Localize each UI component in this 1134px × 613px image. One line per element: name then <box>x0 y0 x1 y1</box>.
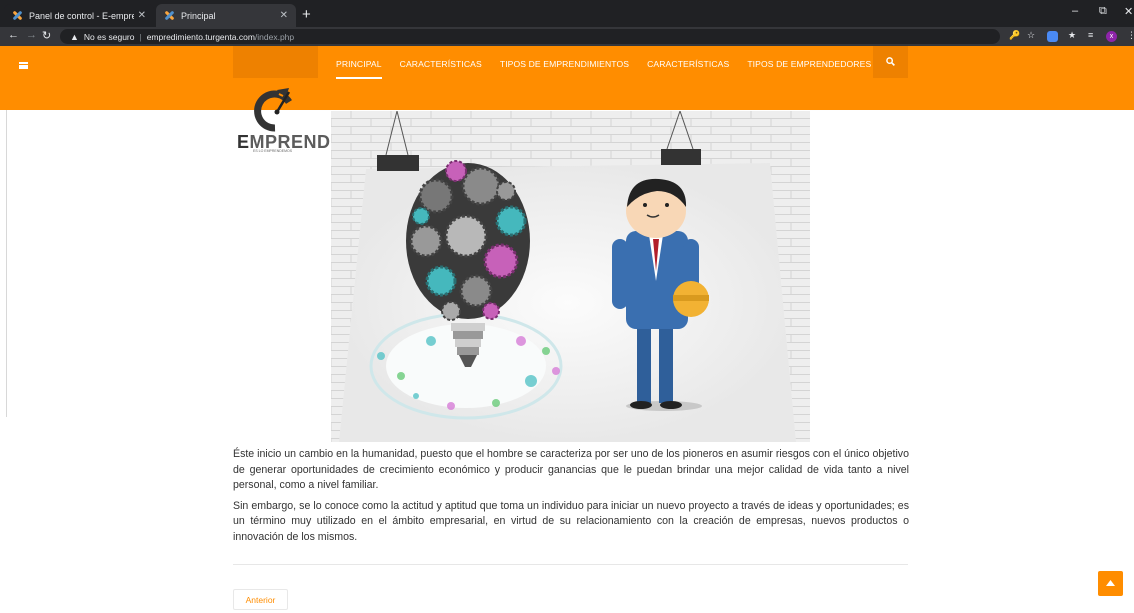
security-label: No es seguro <box>83 31 135 42</box>
logo-backdrop <box>233 46 318 78</box>
scroll-to-top-button[interactable] <box>1098 571 1123 596</box>
tab-close-icon[interactable]: ✕ <box>280 10 288 21</box>
joomla-favicon-icon <box>164 10 175 21</box>
browser-tab-panel[interactable]: Panel de control - E-emprendimie ✕ <box>4 4 154 27</box>
arrow-up-icon <box>1106 580 1115 586</box>
divider <box>233 564 908 565</box>
logo-tagline: ES LO EMPRENDEMOS <box>253 149 293 153</box>
tab-close-icon[interactable]: ✕ <box>138 10 146 21</box>
profile-avatar[interactable]: x <box>1106 31 1117 42</box>
left-border-line <box>6 110 7 417</box>
forward-icon: → <box>26 29 37 41</box>
previous-button[interactable]: Anterior <box>233 589 288 610</box>
lightbulb-gears-illustration <box>331 111 810 442</box>
search-icon <box>886 57 895 66</box>
extension-icon[interactable] <box>1047 31 1058 42</box>
star-icon[interactable]: ☆ <box>1027 30 1035 41</box>
browser-toolbar: ← → ↻ ▲ No es seguro | empredimiento.tur… <box>0 27 1134 46</box>
back-icon[interactable]: ← <box>8 29 19 41</box>
address-bar[interactable]: ▲ No es seguro | empredimiento.turgenta.… <box>60 29 1000 44</box>
main-nav: PRINCIPAL CARACTERÍSTICAS TIPOS DE EMPRE… <box>336 59 889 79</box>
site-logo[interactable]: EMPRENDER ES LO EMPRENDEMOS <box>237 86 356 156</box>
article-paragraph: Éste inicio un cambio en la humanidad, p… <box>233 448 909 492</box>
site-header: PRINCIPAL CARACTERÍSTICAS TIPOS DE EMPRE… <box>0 46 1134 110</box>
key-icon[interactable]: 🔑 <box>1009 30 1020 41</box>
url-host: empredimiento.turgenta.com <box>146 31 255 42</box>
new-tab-button[interactable]: + <box>302 6 311 23</box>
article-body: Éste inicio un cambio en la humanidad, p… <box>233 447 909 551</box>
restore-icon[interactable]: ⧉ <box>1099 5 1107 18</box>
reload-icon[interactable]: ↻ <box>42 29 51 42</box>
gauge-logo-icon <box>254 88 292 132</box>
search-button[interactable] <box>873 46 908 78</box>
more-icon[interactable]: ⋮ <box>1127 30 1134 41</box>
reading-list-icon[interactable]: ≡ <box>1088 30 1093 40</box>
minimize-icon[interactable]: – <box>1072 5 1078 17</box>
joomla-favicon-icon <box>12 10 23 21</box>
logo-first-letter: E <box>237 132 250 152</box>
nav-item-caracteristicas[interactable]: CARACTERÍSTICAS <box>400 59 482 79</box>
article-paragraph: Sin embargo, se lo conoce como la actitu… <box>233 499 909 543</box>
tab-title: Principal <box>181 10 216 21</box>
nav-item-caracteristicas-2[interactable]: CARACTERÍSTICAS <box>647 59 729 79</box>
url-path: /index.php <box>254 31 295 42</box>
browser-tab-principal[interactable]: Principal ✕ <box>156 4 296 27</box>
browser-titlebar: Panel de control - E-emprendimie ✕ Princ… <box>0 0 1134 27</box>
puzzle-icon[interactable]: ★ <box>1068 30 1076 41</box>
url-separator: | <box>139 31 142 42</box>
close-window-icon[interactable]: ✕ <box>1124 5 1133 18</box>
hero-image <box>331 111 810 442</box>
tab-title: Panel de control - E-emprendimie <box>29 10 134 21</box>
hamburger-menu-icon[interactable] <box>19 62 28 69</box>
nav-item-tipos-emprendedores[interactable]: TIPOS DE EMPRENDEDORES <box>747 59 871 79</box>
warning-icon: ▲ <box>70 31 79 42</box>
nav-item-principal[interactable]: PRINCIPAL <box>336 59 382 79</box>
page: Panel de control - E-emprendimie ✕ Princ… <box>0 0 1134 613</box>
nav-item-tipos-emprendimientos[interactable]: TIPOS DE EMPRENDIMIENTOS <box>500 59 629 79</box>
